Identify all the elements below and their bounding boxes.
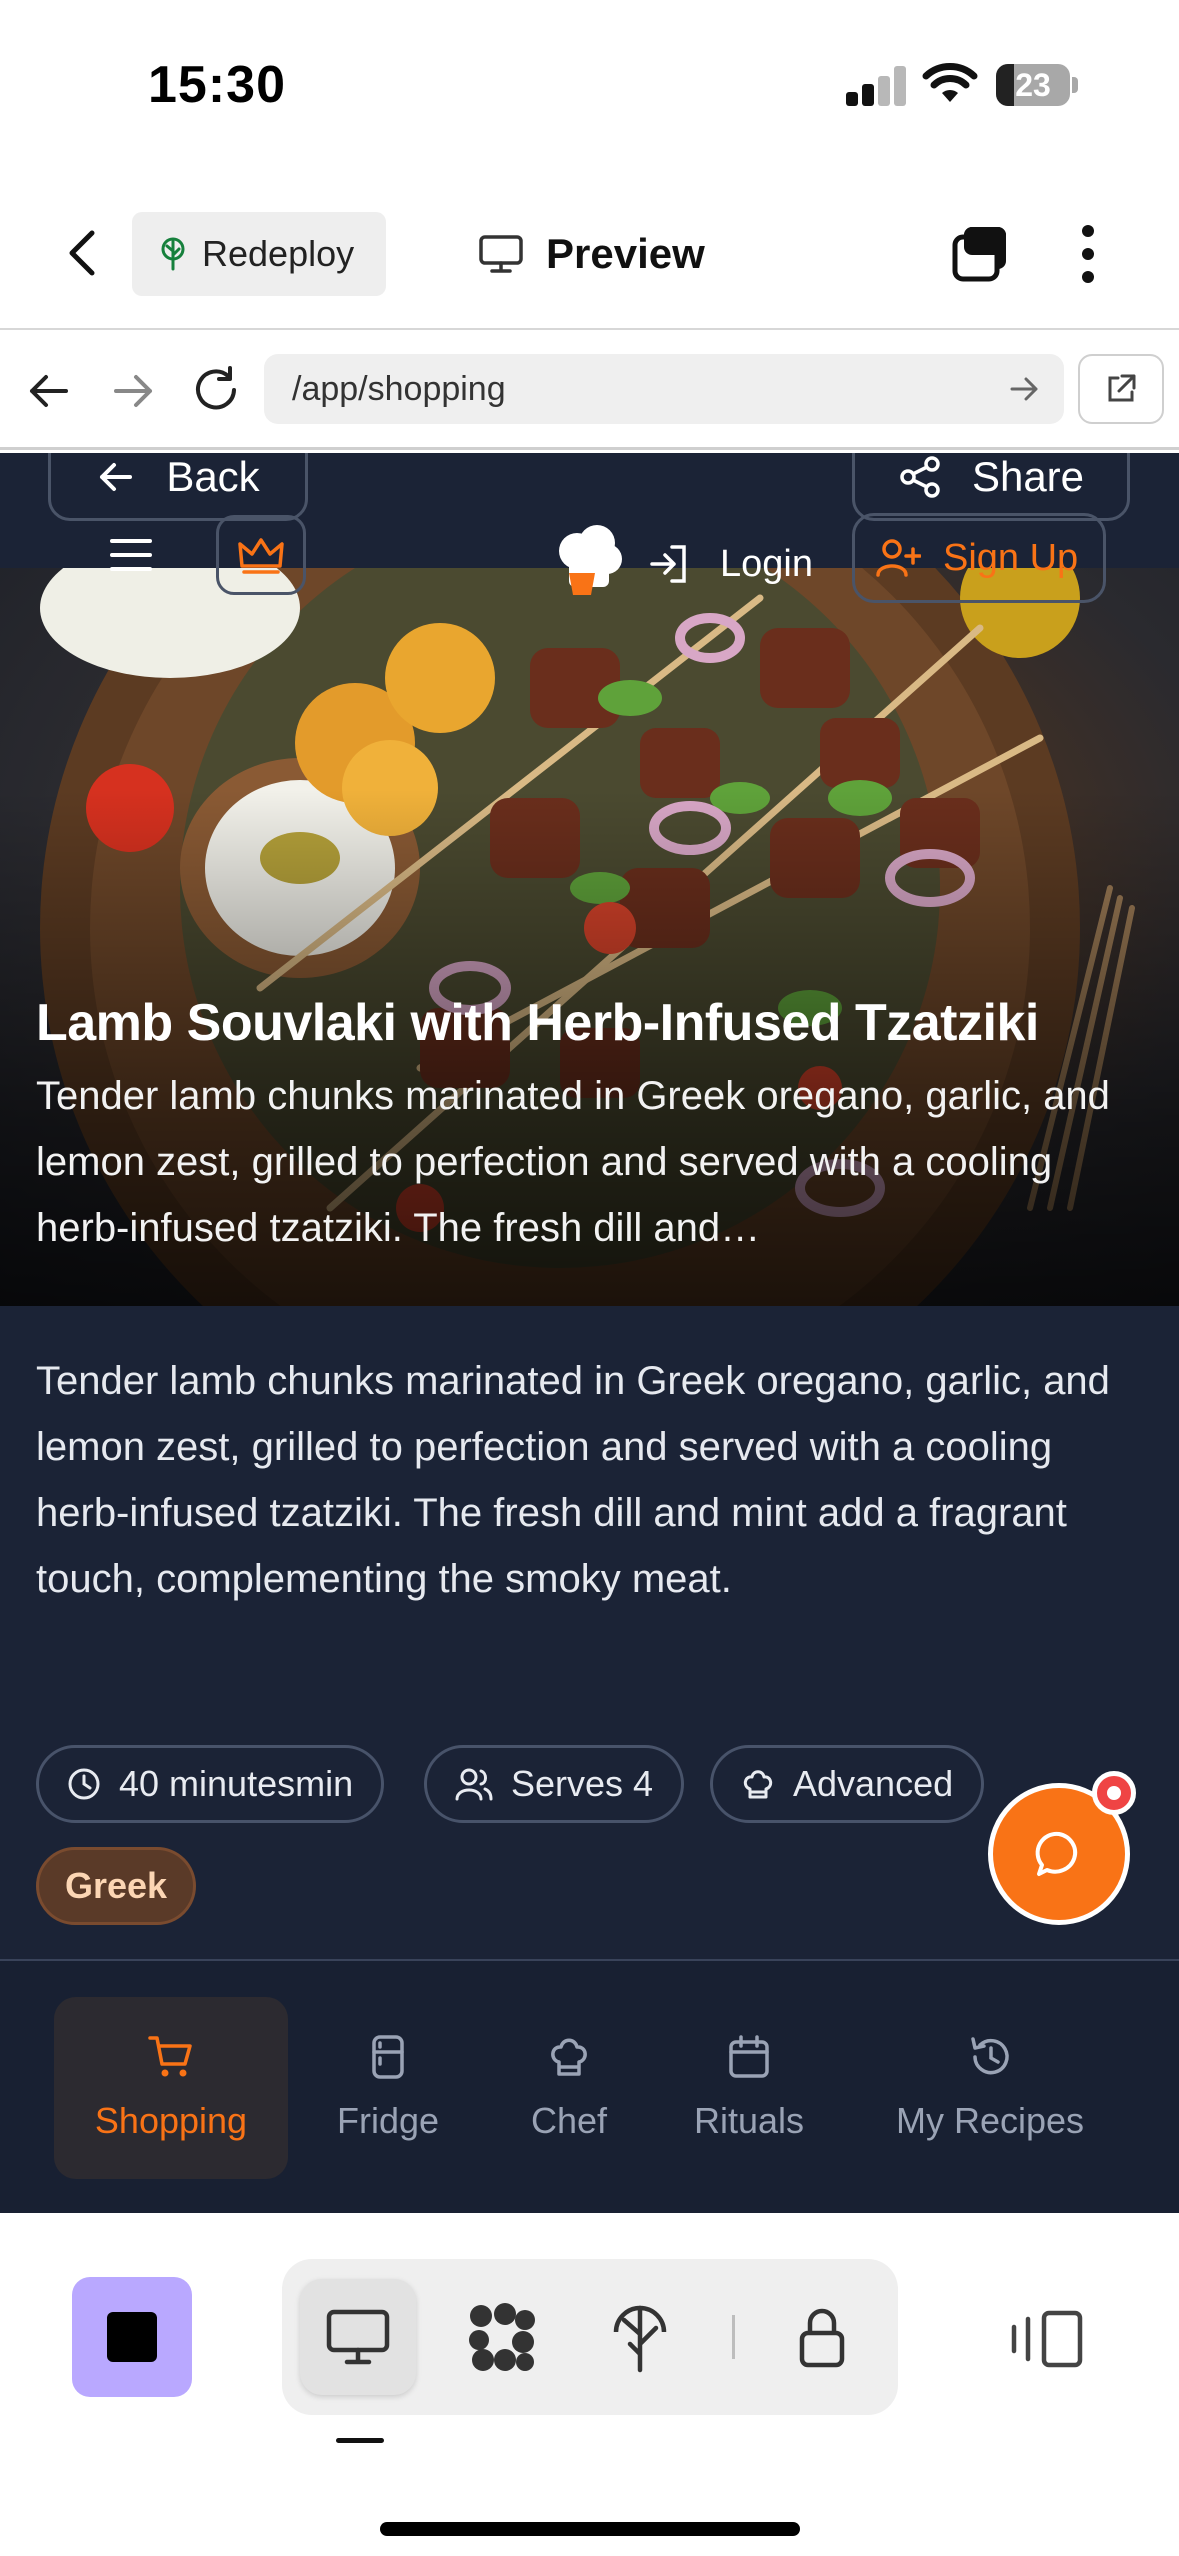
side-panel-icon[interactable] bbox=[1008, 2307, 1088, 2371]
nav-label-shopping: Shopping bbox=[94, 2100, 248, 2141]
app-top-bar: Redeploy Preview bbox=[0, 175, 1179, 330]
lock-button[interactable] bbox=[764, 2279, 880, 2395]
reload-icon[interactable] bbox=[190, 364, 242, 416]
recipe-description: Tender lamb chunks marinated in Greek or… bbox=[36, 1359, 1110, 1601]
cuisine-label: Greek bbox=[65, 1865, 168, 1906]
bottom-navigation: Shopping Fridge Chef Rituals My Recipes bbox=[0, 1961, 1179, 2213]
login-label: Login bbox=[720, 542, 813, 585]
chef-hat-icon bbox=[551, 2038, 587, 2076]
premium-button[interactable] bbox=[216, 515, 306, 595]
user-plus-icon bbox=[876, 539, 921, 577]
wifi-icon bbox=[922, 63, 978, 102]
cuisine-badge: Greek bbox=[36, 1847, 197, 1925]
deploy-mode-button[interactable] bbox=[582, 2279, 698, 2395]
share-button[interactable]: Share bbox=[852, 453, 1130, 521]
url-text: /app/shopping bbox=[292, 369, 506, 408]
status-bar: 15:30 23 bbox=[0, 0, 1179, 175]
clock-icon bbox=[68, 1768, 100, 1800]
separator bbox=[732, 2315, 735, 2359]
hamburger-menu-icon[interactable] bbox=[100, 535, 162, 575]
cook-time-label: 40 minutesmin bbox=[119, 1763, 354, 1804]
pattern-icon bbox=[469, 2303, 535, 2371]
nav-label-chef: Chef bbox=[530, 2100, 608, 2141]
view-mode-group bbox=[282, 2259, 898, 2415]
share-icon bbox=[900, 456, 940, 498]
share-label: Share bbox=[971, 453, 1085, 500]
nav-label-rituals: Rituals bbox=[693, 2100, 805, 2141]
battery-level: 23 bbox=[1015, 67, 1051, 103]
external-link-icon bbox=[1108, 374, 1136, 402]
lock-icon bbox=[799, 2308, 845, 2368]
redeploy-label: Redeploy bbox=[202, 233, 355, 274]
home-indicator bbox=[380, 2522, 800, 2536]
preview-button[interactable]: Preview bbox=[478, 212, 705, 296]
login-icon bbox=[650, 545, 686, 583]
stop-icon bbox=[107, 2312, 157, 2362]
crown-icon bbox=[238, 538, 284, 574]
signup-label: Sign Up bbox=[943, 536, 1079, 579]
nav-item-chef[interactable]: Chef bbox=[486, 1997, 652, 2179]
difficulty-label: Advanced bbox=[793, 1763, 954, 1804]
browser-back-icon[interactable] bbox=[26, 368, 72, 414]
tree-icon bbox=[161, 237, 185, 271]
recipe-title: Lamb Souvlaki with Herb-Infused Tzatziki bbox=[36, 994, 1039, 1052]
nav-label-my-recipes: My Recipes bbox=[895, 2100, 1085, 2141]
signup-button[interactable]: Sign Up bbox=[852, 513, 1106, 603]
browser-forward-icon[interactable] bbox=[110, 368, 156, 414]
nav-item-shopping[interactable]: Shopping bbox=[54, 1997, 288, 2179]
arrow-left-icon bbox=[100, 463, 133, 491]
cellular-signal-icon bbox=[846, 66, 906, 106]
nav-item-my-recipes[interactable]: My Recipes bbox=[860, 1997, 1120, 2179]
go-arrow-icon[interactable] bbox=[1008, 373, 1040, 405]
stop-button[interactable] bbox=[72, 2277, 192, 2397]
monitor-icon bbox=[479, 235, 523, 273]
notification-dot bbox=[1092, 1771, 1136, 1815]
recipe-hero-description: Tender lamb chunks marinated in Greek or… bbox=[36, 1074, 1110, 1250]
difficulty-chip: Advanced bbox=[710, 1745, 985, 1823]
page-header: Back Share Login Sign Up bbox=[0, 453, 1179, 603]
nav-item-rituals[interactable]: Rituals bbox=[666, 1997, 832, 2179]
users-icon bbox=[455, 1768, 493, 1801]
status-time: 15:30 bbox=[148, 56, 286, 114]
battery-icon: 23 bbox=[996, 64, 1078, 106]
nav-item-fridge[interactable]: Fridge bbox=[300, 1997, 476, 2179]
open-external-button[interactable] bbox=[1078, 354, 1164, 424]
app-logo-icon bbox=[559, 525, 622, 595]
cook-time-chip: 40 minutesmin bbox=[36, 1745, 385, 1823]
history-icon bbox=[971, 2037, 1009, 2075]
recipe-hero: Lamb Souvlaki with Herb-Infused Tzatziki… bbox=[0, 568, 1179, 1306]
browser-url-bar: /app/shopping bbox=[0, 332, 1179, 450]
servings-label: Serves 4 bbox=[511, 1763, 654, 1804]
preview-label: Preview bbox=[546, 230, 705, 277]
back-chevron-icon[interactable] bbox=[60, 225, 110, 281]
url-input[interactable]: /app/shopping bbox=[264, 354, 1064, 424]
servings-chip: Serves 4 bbox=[424, 1745, 685, 1823]
chef-hat-icon bbox=[743, 1770, 773, 1799]
nav-label-fridge: Fridge bbox=[336, 2100, 440, 2141]
fridge-icon bbox=[372, 2035, 404, 2079]
preview-mode-button[interactable] bbox=[300, 2279, 416, 2395]
editor-toolbar bbox=[0, 2213, 1179, 2556]
login-button[interactable]: Login bbox=[648, 529, 813, 599]
active-tab-indicator bbox=[336, 2438, 384, 2443]
calendar-icon bbox=[729, 2035, 769, 2078]
back-label: Back bbox=[166, 453, 260, 500]
tree-icon bbox=[613, 2305, 667, 2373]
chat-bubble-icon bbox=[1035, 1831, 1078, 1876]
monitor-icon bbox=[326, 2309, 390, 2365]
redeploy-button[interactable]: Redeploy bbox=[132, 212, 386, 296]
more-options-icon[interactable] bbox=[1076, 223, 1100, 285]
design-mode-button[interactable] bbox=[444, 2279, 560, 2395]
cart-icon bbox=[148, 2036, 192, 2077]
tabs-icon[interactable] bbox=[950, 223, 1012, 285]
back-button[interactable]: Back bbox=[48, 453, 308, 521]
web-page: Lamb Souvlaki with Herb-Infused Tzatziki… bbox=[0, 453, 1179, 2213]
